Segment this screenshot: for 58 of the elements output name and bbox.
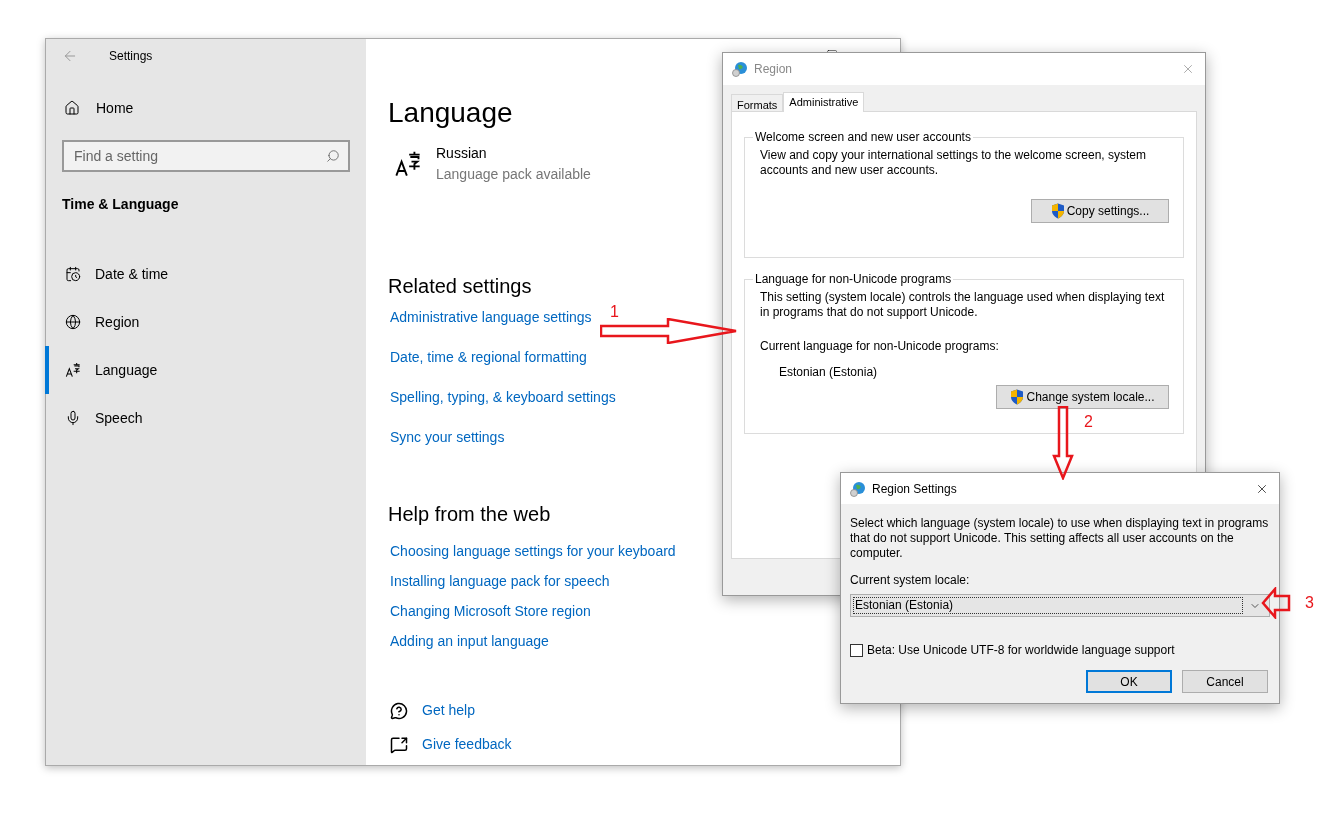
settings-link[interactable]: Date, time & regional formatting xyxy=(390,347,587,368)
help-link[interactable]: Installing language pack for speech xyxy=(390,571,610,592)
group-title: Language for non-Unicode programs xyxy=(754,271,953,288)
help-link[interactable]: Choosing language settings for your keyboard xyxy=(390,541,676,562)
settings-link[interactable]: Spelling, typing, & keyboard settings xyxy=(390,387,616,408)
section-heading: Time & Language xyxy=(62,195,179,214)
globe-icon xyxy=(732,61,748,77)
annotation-number: 3 xyxy=(1305,593,1314,613)
microphone-icon xyxy=(65,410,81,426)
locale-dropdown[interactable]: Estonian (Estonia) xyxy=(850,594,1270,617)
copy-settings-button[interactable]: Copy settings... xyxy=(1031,199,1169,223)
settings-link[interactable]: Sync your settings xyxy=(390,427,505,448)
home-item[interactable]: Home xyxy=(64,96,134,120)
page-heading: Language xyxy=(388,96,513,130)
dialog-button[interactable]: Cancel xyxy=(1182,670,1268,693)
dialog-description: Select which language (system locale) to use when displaying text in programs that do not support Unicode. This setting affects all user accounts on the computer. xyxy=(850,516,1270,561)
current-language-label: Current language for non-Unicode programs: xyxy=(760,338,999,355)
shield-icon xyxy=(1050,203,1065,219)
globe-icon xyxy=(65,314,81,330)
change-locale-button[interactable]: Change system locale... xyxy=(996,385,1169,409)
dialog-tab[interactable]: Administrative xyxy=(783,92,865,112)
feedback-icon xyxy=(390,735,408,754)
home-icon xyxy=(64,100,80,116)
group-title: Welcome screen and new user accounts xyxy=(754,129,972,146)
search-icon xyxy=(326,149,340,163)
help-link[interactable]: Changing Microsoft Store region xyxy=(390,601,591,622)
language-name: Russian xyxy=(436,144,488,163)
dialog-title: Region xyxy=(754,61,793,78)
dialog-button[interactable]: OK xyxy=(1086,670,1172,693)
search-field[interactable]: Find a setting xyxy=(62,140,350,172)
calendar-clock-icon xyxy=(65,266,81,282)
annotation-number: 2 xyxy=(1084,412,1093,432)
locale-label: Current system locale: xyxy=(850,572,970,589)
settings-link[interactable]: Administrative language settings xyxy=(390,307,592,328)
window-title: Settings xyxy=(109,48,153,65)
help-link[interactable]: Adding an input language xyxy=(390,631,549,652)
globe-icon xyxy=(850,480,866,497)
annotation-arrow xyxy=(1261,587,1291,619)
footer-link[interactable]: Get help xyxy=(422,700,475,721)
annotation-number: 1 xyxy=(610,302,619,322)
nav-item[interactable]: Date & time xyxy=(45,250,366,298)
checkbox-label: Beta: Use Unicode UTF-8 for worldwide language support xyxy=(867,642,1175,659)
checkbox[interactable] xyxy=(850,643,863,657)
section-heading: Help from the web xyxy=(388,502,551,527)
language-icon xyxy=(65,362,81,378)
group-description: View and copy your international settings to the welcome screen, system accounts and new user accounts. xyxy=(760,148,1147,178)
help-icon xyxy=(390,701,408,720)
group-description: This setting (system locale) controls the language used when displaying text in programs that do not support Unicode. xyxy=(760,290,1166,320)
language-status: Language pack available xyxy=(436,165,591,184)
dialog-title: Region Settings xyxy=(872,480,957,498)
language-icon xyxy=(394,150,422,178)
nav-item[interactable]: Region xyxy=(45,298,366,346)
dialog-tab[interactable]: Formats xyxy=(731,94,784,111)
section-heading: Related settings xyxy=(388,274,532,299)
footer-link[interactable]: Give feedback xyxy=(422,734,512,755)
current-language-value: Estonian (Estonia) xyxy=(779,364,878,381)
shield-icon xyxy=(1010,389,1025,405)
nav-item[interactable]: Speech xyxy=(45,394,366,442)
